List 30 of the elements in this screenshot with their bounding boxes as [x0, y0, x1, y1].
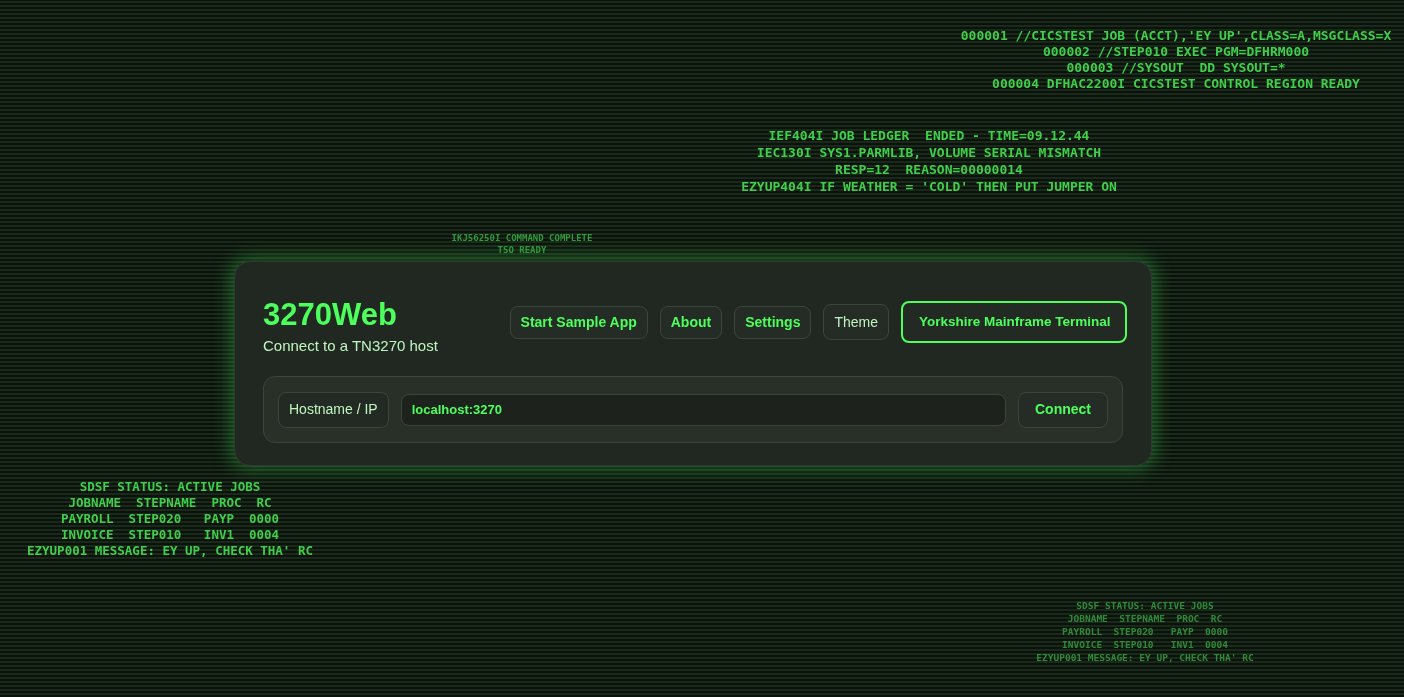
log-line: PAYROLL STEP020 PAYP 0000: [1062, 625, 1228, 638]
log-line: 000003 //SYSOUT DD SYSOUT=*: [1066, 60, 1286, 76]
app-title: 3270Web: [263, 298, 398, 332]
log-line: INVOICE STEP010 INV1 0004: [1062, 638, 1228, 651]
app-subtitle: Connect to a TN3270 host: [263, 336, 438, 356]
log-line: INVOICE STEP010 INV1 0004: [60, 527, 280, 543]
log-line: IKJ56250I COMMAND COMPLETE: [451, 232, 593, 244]
log-line: 000001 //CICSTEST JOB (ACCT),'EY UP',CLASS=A,MSGCLASS=X: [960, 28, 1392, 44]
log-line: IEC130I SYS1.PARMLIB, VOLUME SERIAL MISMATCH: [756, 144, 1102, 161]
log-line: JOBNAME STEPNAME PROC RC: [68, 495, 272, 511]
log-line: EZYUP404I IF WEATHER = 'COLD' THEN PUT JUMPER ON: [741, 178, 1117, 195]
log-line: RESP=12 REASON=00000014: [835, 161, 1023, 178]
log-line: SDSF STATUS: ACTIVE JOBS: [1076, 599, 1214, 612]
log-line: 000004 DFHAC2200I CICSTEST CONTROL REGION READY: [992, 76, 1360, 92]
connect-button[interactable]: Connect: [1018, 391, 1108, 428]
log-line: SDSF STATUS: ACTIVE JOBS: [79, 479, 261, 495]
log-line: 000002 //STEP010 EXEC PGM=DFHRM000: [1042, 44, 1310, 60]
toolbar-button[interactable]: About: [659, 305, 723, 339]
theme-dropdown[interactable]: Yorkshire Mainframe Terminal: [901, 301, 1127, 343]
log-line: IEF404I JOB LEDGER ENDED - TIME=09.12.44: [768, 127, 1090, 144]
hostname-label: Hostname / IP: [278, 391, 389, 428]
log-line: EZYUP001 MESSAGE: EY UP, CHECK THA' RC: [27, 543, 313, 559]
log-line: EZYUP001 MESSAGE: EY UP, CHECK THA' RC: [1036, 651, 1254, 664]
log-line: PAYROLL STEP020 PAYP 0000: [60, 511, 280, 527]
hostname-field[interactable]: localhost:3270: [400, 393, 1006, 426]
log-line: JOBNAME STEPNAME PROC RC: [1067, 612, 1223, 625]
toolbar-button[interactable]: Settings: [734, 305, 812, 339]
toolbar-button[interactable]: Start Sample App: [509, 305, 648, 339]
log-line: TSO READY: [497, 244, 547, 256]
theme-button[interactable]: Theme: [823, 304, 889, 340]
